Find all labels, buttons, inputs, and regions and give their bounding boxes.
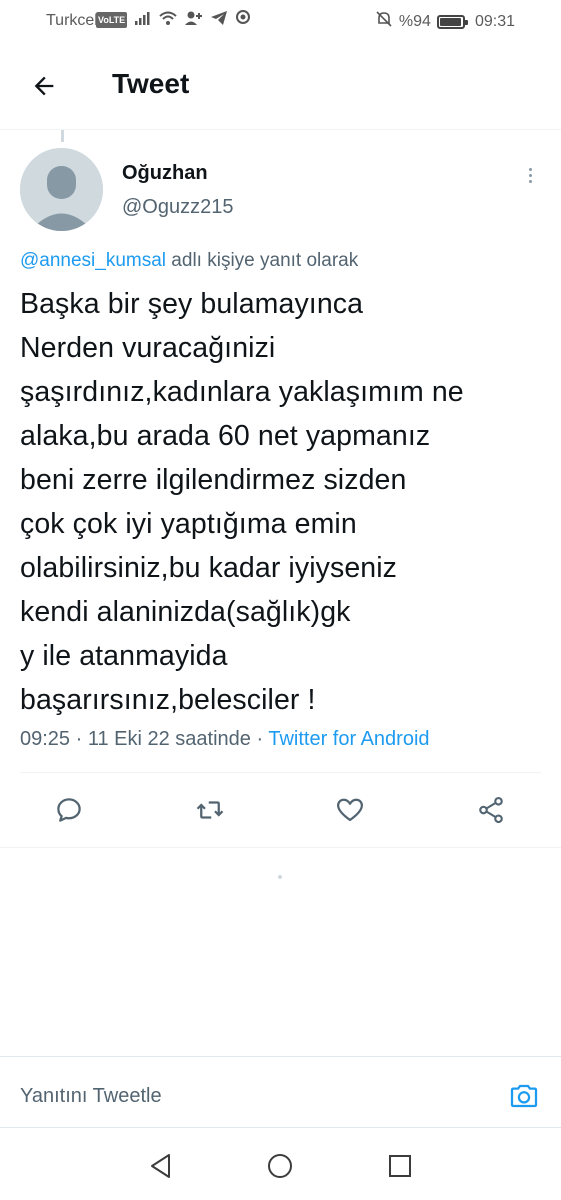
volte-badge: VoLTE — [96, 12, 128, 28]
tweet-meta: 09:25 · 11 Eki 22 saatinde · Twitter for… — [20, 728, 430, 751]
thread-connector — [61, 130, 64, 142]
reply-context: @annesi_kumsal adlı kişiye yanıt olarak — [20, 250, 358, 272]
reply-icon — [57, 798, 81, 822]
tweet-date: 11 Eki 22 saatinde — [87, 728, 251, 750]
share-icon — [479, 796, 503, 824]
author-handle[interactable]: @Oguzz215 — [122, 196, 233, 219]
status-icons — [134, 10, 252, 31]
signal-icon — [134, 10, 152, 31]
page-title: Tweet — [112, 68, 190, 99]
default-avatar-icon — [20, 148, 103, 231]
camera-button[interactable] — [507, 1079, 541, 1113]
loading-indicator — [278, 875, 282, 879]
back-button[interactable] — [24, 66, 64, 106]
triangle-back-icon — [151, 1154, 170, 1178]
reply-mention-link[interactable]: @annesi_kumsal — [20, 250, 166, 271]
meta-separator: · — [250, 728, 269, 750]
battery-fill — [439, 17, 461, 26]
system-nav-bar — [0, 1130, 561, 1200]
avatar[interactable] — [20, 148, 103, 231]
reply-button[interactable] — [52, 793, 86, 827]
like-button[interactable] — [333, 793, 367, 827]
circle-home-icon — [268, 1154, 292, 1178]
more-options-button[interactable] — [515, 160, 545, 190]
status-right: %94 09:31 — [375, 10, 515, 33]
location-icon — [234, 10, 252, 31]
wifi-icon — [158, 10, 178, 31]
tweet-time: 09:25 — [20, 728, 71, 750]
nav-home-button[interactable] — [266, 1152, 294, 1180]
camera-icon — [510, 1084, 538, 1108]
author-name[interactable]: Oğuzhan — [122, 162, 208, 185]
square-recents-icon — [389, 1155, 411, 1177]
arrow-left-icon — [34, 76, 54, 96]
reply-context-suffix: adlı kişiye yanıt olarak — [166, 250, 359, 271]
retweet-button[interactable] — [193, 793, 227, 827]
reply-input[interactable]: Yanıtını Tweetle — [20, 1085, 162, 1108]
reply-composer[interactable]: Yanıtını Tweetle — [0, 1056, 561, 1128]
battery-percent: %94 — [398, 12, 431, 30]
clock: 09:31 — [474, 12, 515, 30]
meta-separator: · — [70, 728, 88, 750]
battery-icon — [436, 14, 468, 29]
more-dot — [528, 173, 532, 177]
status-bar: Turkcell VoLTE %94 09:31 — [0, 0, 561, 44]
mute-bell-icon — [375, 10, 393, 33]
person-add-icon — [184, 10, 204, 31]
nav-back-button[interactable] — [147, 1152, 175, 1180]
heart-icon — [337, 798, 363, 822]
tweet-actions — [0, 773, 561, 847]
more-dot — [528, 167, 532, 171]
tweet-body: Başka bir şey bulamayınca Nerden vuracağ… — [20, 288, 464, 716]
divider — [0, 847, 561, 848]
tweet-source-link[interactable]: Twitter for Android — [268, 728, 429, 750]
carrier-label: Turkcell — [46, 12, 102, 29]
share-button[interactable] — [474, 793, 508, 827]
retweet-icon — [196, 801, 224, 819]
nav-recents-button[interactable] — [386, 1152, 414, 1180]
top-app-bar: Tweet — [0, 44, 561, 130]
more-dot — [528, 179, 532, 183]
telegram-icon — [210, 10, 228, 31]
